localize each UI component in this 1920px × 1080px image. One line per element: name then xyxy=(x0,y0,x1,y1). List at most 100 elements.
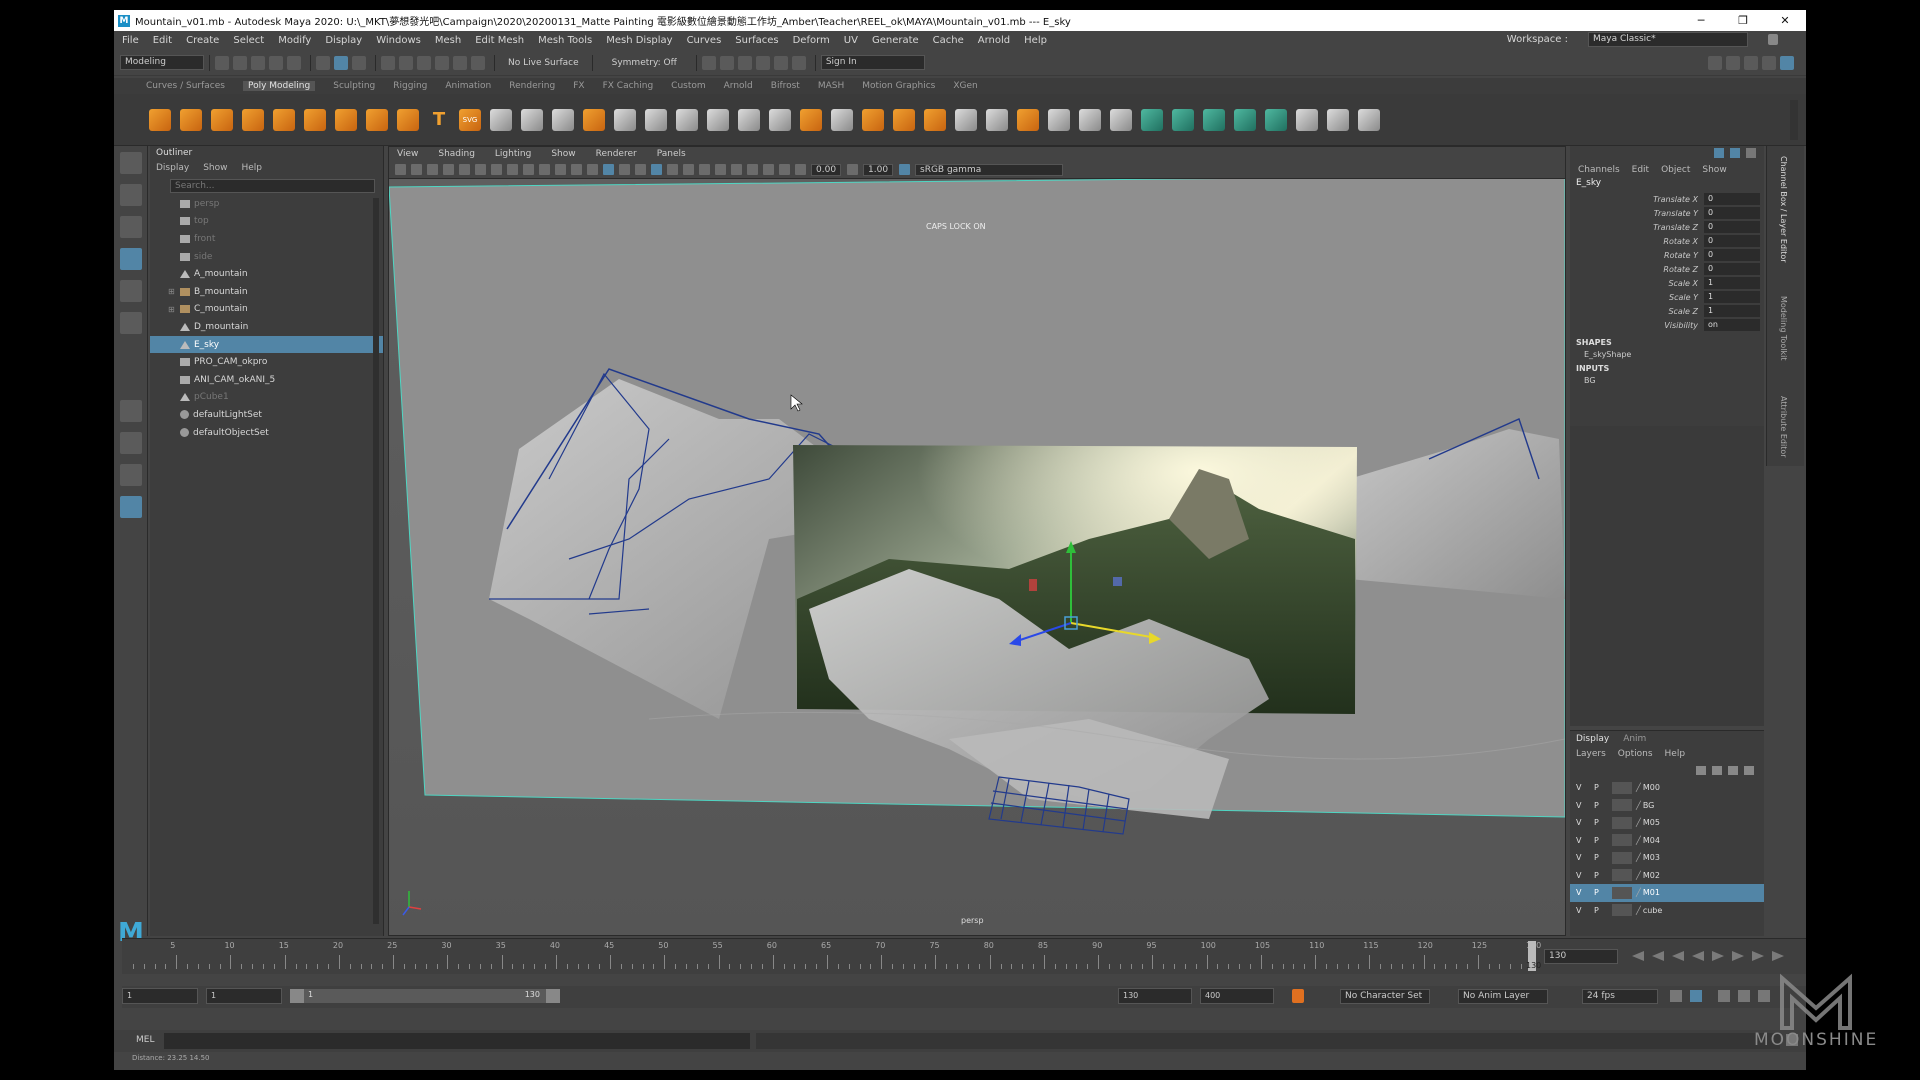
attr-row-translate-z[interactable]: Translate Z 0 xyxy=(1570,220,1764,234)
outliner-item-defaultlightset[interactable]: defaultLightSet xyxy=(150,406,383,424)
pause-icon[interactable] xyxy=(791,55,806,70)
anti-aliasing-icon[interactable] xyxy=(715,164,726,175)
attr-row-rotate-y[interactable]: Rotate Y 0 xyxy=(1570,248,1764,262)
motion-blur-icon[interactable] xyxy=(699,164,710,175)
menu-surfaces[interactable]: Surfaces xyxy=(735,35,778,46)
select-component-icon[interactable] xyxy=(352,55,366,70)
wireframe-icon[interactable] xyxy=(587,164,598,175)
gamma-icon[interactable] xyxy=(847,164,858,175)
unfold-icon[interactable] xyxy=(1358,108,1380,131)
attribute-editor-icon[interactable] xyxy=(1744,55,1758,70)
attr-value-field[interactable]: 1 xyxy=(1704,277,1760,289)
redo-icon[interactable] xyxy=(287,55,301,70)
current-frame-field[interactable]: 130 xyxy=(1544,948,1618,964)
layer-playback-toggle[interactable]: P xyxy=(1594,783,1612,792)
lock-icon[interactable] xyxy=(1768,34,1778,45)
snap-grid-icon[interactable] xyxy=(381,55,395,70)
xray-icon[interactable] xyxy=(763,164,774,175)
layer-playback-toggle[interactable]: P xyxy=(1594,906,1612,915)
viewport-menu-view[interactable]: View xyxy=(397,149,418,159)
outliner-item-e-sky[interactable]: E_sky xyxy=(150,335,383,354)
fps-dropdown[interactable]: 24 fps xyxy=(1582,989,1658,1004)
camera-attributes-icon[interactable] xyxy=(411,164,422,175)
layer-row-m05[interactable]: V P ╱ M05 xyxy=(1570,814,1764,832)
loop-icon[interactable] xyxy=(1670,990,1682,1002)
shelf-tab-motion-graphics[interactable]: Motion Graphics xyxy=(862,81,935,91)
ambient-occlusion-icon[interactable] xyxy=(683,164,694,175)
poly-sphere-icon[interactable] xyxy=(149,108,171,131)
layer-color-swatch[interactable] xyxy=(1612,851,1632,864)
shadows-icon[interactable] xyxy=(667,164,678,175)
layer-visibility-toggle[interactable]: V xyxy=(1576,853,1594,862)
layer-playback-toggle[interactable]: P xyxy=(1594,818,1612,827)
new-layer-selected-icon[interactable] xyxy=(1744,765,1754,775)
viewport-menu-lighting[interactable]: Lighting xyxy=(495,149,531,159)
workspace-dropdown[interactable]: Maya Classic* xyxy=(1588,32,1748,47)
select-tool-icon[interactable] xyxy=(119,152,142,174)
safe-action-icon[interactable] xyxy=(571,164,582,175)
input-node[interactable]: BG xyxy=(1570,376,1764,388)
layer-color-swatch[interactable] xyxy=(1612,886,1632,899)
gate-mask-icon[interactable] xyxy=(539,164,550,175)
playback-start-field[interactable]: 1 xyxy=(206,988,282,1004)
outliner-item-b-mountain[interactable]: ⊞ B_mountain xyxy=(150,283,383,301)
render-icon[interactable] xyxy=(719,55,734,70)
layer-color-swatch[interactable] xyxy=(1612,869,1632,882)
layer-row-m00[interactable]: V P ╱ M00 xyxy=(1570,779,1764,797)
separate-icon[interactable] xyxy=(552,108,574,131)
tab-modeling-toolkit[interactable]: Modeling Toolkit xyxy=(1779,296,1788,360)
layer-visibility-toggle[interactable]: V xyxy=(1576,801,1594,810)
layer-row-m01[interactable]: V P ╱ M01 xyxy=(1570,884,1764,902)
snap-point-icon[interactable] xyxy=(417,55,431,70)
viewport-menu-panels[interactable]: Panels xyxy=(657,149,686,159)
open-scene-icon[interactable] xyxy=(233,55,247,70)
attr-value-field[interactable]: 0 xyxy=(1704,221,1760,233)
menu-modify[interactable]: Modify xyxy=(278,35,311,46)
tool-settings-icon[interactable] xyxy=(1762,55,1776,70)
attr-value-field[interactable]: 0 xyxy=(1704,263,1760,275)
layer-row-cube[interactable]: V P ╱ cube xyxy=(1570,902,1764,920)
layer-color-swatch[interactable] xyxy=(1612,834,1632,847)
undo-icon[interactable] xyxy=(269,55,283,70)
live-surface-label[interactable]: No Live Surface xyxy=(508,58,579,68)
outliner-item-front[interactable]: front xyxy=(150,230,383,248)
field-chart-icon[interactable] xyxy=(555,164,566,175)
single-pane-icon[interactable] xyxy=(119,400,142,422)
outliner-item-top[interactable]: top xyxy=(150,213,383,231)
menu-select[interactable]: Select xyxy=(233,35,264,46)
reduce-icon[interactable] xyxy=(769,108,791,131)
menu-mesh-display[interactable]: Mesh Display xyxy=(606,35,672,46)
menu-create[interactable]: Create xyxy=(186,35,219,46)
scale-tool-icon[interactable] xyxy=(119,312,142,334)
layer-row-m04[interactable]: V P ╱ M04 xyxy=(1570,832,1764,850)
2d-pan-zoom-icon[interactable] xyxy=(459,164,470,175)
save-scene-icon[interactable] xyxy=(251,55,265,70)
outliner-menu-display[interactable]: Display xyxy=(156,163,189,173)
mel-label[interactable]: MEL xyxy=(136,1035,154,1045)
attr-row-translate-x[interactable]: Translate X 0 xyxy=(1570,192,1764,206)
channel-box-expand-icon[interactable] xyxy=(1746,148,1756,158)
sound-icon[interactable] xyxy=(1718,990,1730,1002)
rotate-tool-icon[interactable] xyxy=(119,280,142,302)
select-camera-icon[interactable] xyxy=(395,164,406,175)
poly-cone-icon[interactable] xyxy=(242,108,264,131)
menu-windows[interactable]: Windows xyxy=(376,35,421,46)
channel-menu-edit[interactable]: Edit xyxy=(1632,165,1649,175)
range-bar[interactable]: 1 130 xyxy=(290,989,560,1003)
append-polygon-icon[interactable] xyxy=(893,108,915,131)
poly-platonic-icon[interactable] xyxy=(366,108,388,131)
resolution-gate-icon[interactable] xyxy=(523,164,534,175)
shelf-tab-custom[interactable]: Custom xyxy=(671,81,705,91)
attr-value-field[interactable]: 0 xyxy=(1704,193,1760,205)
layer-menu-layers[interactable]: Layers xyxy=(1576,749,1606,759)
outliner-item-ani-cam-okani-5[interactable]: ANI_CAM_okANI_5 xyxy=(150,371,383,389)
menu-edit[interactable]: Edit xyxy=(153,35,172,46)
shelf-tab-mash[interactable]: MASH xyxy=(818,81,844,91)
extract-icon[interactable] xyxy=(614,108,636,131)
extrude-icon[interactable] xyxy=(800,108,822,131)
attr-row-scale-y[interactable]: Scale Y 1 xyxy=(1570,290,1764,304)
attr-row-rotate-z[interactable]: Rotate Z 0 xyxy=(1570,262,1764,276)
channel-box-pin-icon[interactable] xyxy=(1714,148,1724,158)
cylindrical-map-icon[interactable] xyxy=(1172,108,1194,131)
new-scene-icon[interactable] xyxy=(215,55,229,70)
